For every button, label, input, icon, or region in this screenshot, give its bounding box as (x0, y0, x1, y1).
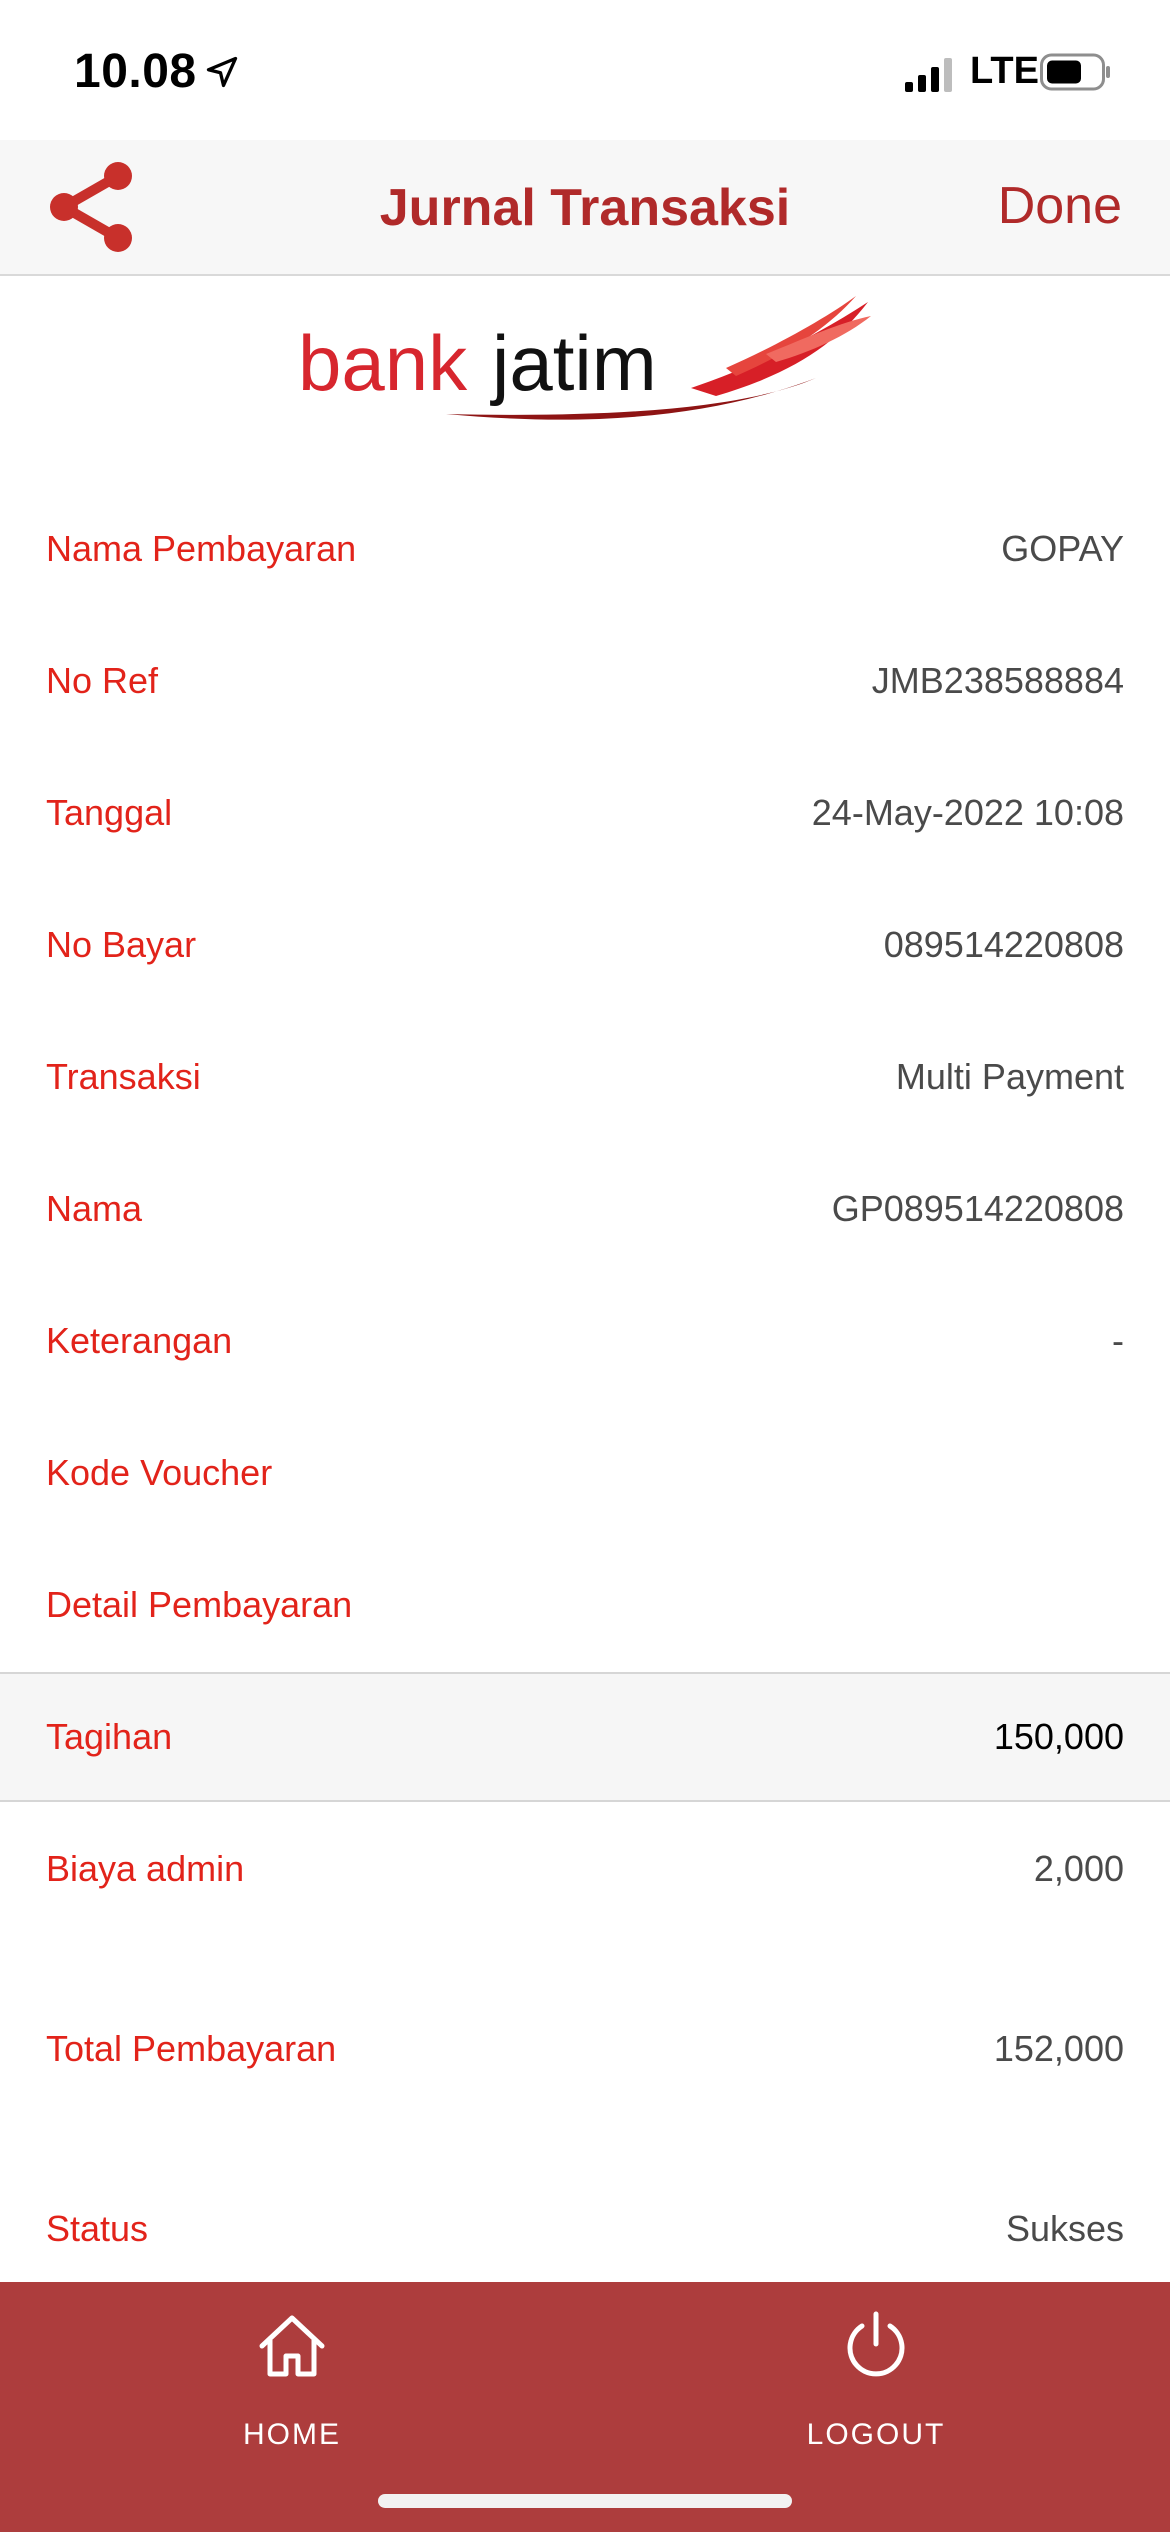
detail-value: 24-May-2022 10:08 (811, 792, 1124, 833)
detail-label: Tagihan (46, 1716, 173, 1757)
detail-row-tagihan: Tagihan 150,000 (0, 1672, 1170, 1802)
detail-row-transaksi: Transaksi Multi Payment (0, 1012, 1170, 1142)
detail-label: Kode Voucher (46, 1452, 273, 1493)
detail-row-detail-pembayaran: Detail Pembayaran (0, 1540, 1170, 1670)
network-type: LTE (970, 50, 1039, 92)
home-icon (259, 2315, 325, 2377)
detail-label: Status (46, 2208, 149, 2249)
detail-label: No Ref (46, 660, 159, 701)
done-button[interactable]: Done (998, 176, 1122, 236)
detail-label: Biaya admin (46, 1848, 245, 1889)
tab-home[interactable]: HOME (192, 2310, 392, 2470)
detail-value: GOPAY (1001, 528, 1124, 569)
page-title: Jurnal Transaksi (379, 179, 791, 237)
detail-value: JMB238588884 (871, 660, 1124, 701)
battery-icon (1040, 53, 1110, 91)
detail-label: Nama (46, 1188, 143, 1229)
detail-value: 152,000 (993, 2028, 1124, 2069)
detail-row-status: Status Sukses (0, 2164, 1170, 2294)
detail-value: Multi Payment (895, 1056, 1124, 1097)
tab-logout[interactable]: LOGOUT (776, 2310, 976, 2470)
detail-label: Total Pembayaran (46, 2028, 337, 2069)
detail-label: Detail Pembayaran (46, 1584, 353, 1625)
detail-row-nama-pembayaran: Nama Pembayaran GOPAY (0, 484, 1170, 614)
status-time: 10.08 (74, 45, 197, 98)
detail-row-biaya-admin: Biaya admin 2,000 (0, 1804, 1170, 1934)
detail-row-no-bayar: No Bayar 089514220808 (0, 880, 1170, 1010)
detail-value: - (1112, 1320, 1124, 1361)
home-indicator[interactable] (378, 2494, 792, 2508)
detail-value: GP089514220808 (831, 1188, 1124, 1229)
location-arrow-icon (206, 56, 238, 88)
detail-value: Sukses (1005, 2208, 1124, 2249)
tab-logout-label: LOGOUT (806, 2418, 946, 2451)
detail-row-tanggal: Tanggal 24-May-2022 10:08 (0, 748, 1170, 878)
power-icon (847, 2311, 905, 2377)
detail-label: Keterangan (46, 1320, 233, 1361)
status-bar: 10.08 LTE (0, 0, 1170, 140)
tab-home-label: HOME (243, 2418, 341, 2451)
detail-value: 150,000 (993, 1716, 1124, 1757)
detail-label: Nama Pembayaran (46, 528, 357, 569)
logo-text-jatim: jatim (490, 319, 657, 407)
navigation-bar: Jurnal Transaksi Done (0, 140, 1170, 276)
signal-icon (905, 58, 952, 92)
bankjatim-logo: bank jatim (298, 296, 871, 420)
detail-label: Tanggal (46, 792, 173, 833)
detail-row-no-ref: No Ref JMB238588884 (0, 616, 1170, 746)
detail-row-keterangan: Keterangan - (0, 1276, 1170, 1406)
detail-row-nama: Nama GP089514220808 (0, 1144, 1170, 1274)
detail-label: No Bayar (46, 924, 197, 965)
detail-label: Transaksi (46, 1056, 201, 1097)
logo-text-bank: bank (298, 319, 468, 407)
detail-row-total-pembayaran: Total Pembayaran 152,000 (0, 1984, 1170, 2114)
detail-value: 2,000 (1033, 1848, 1124, 1889)
detail-row-kode-voucher: Kode Voucher (0, 1408, 1170, 1538)
detail-value: 089514220808 (883, 924, 1124, 965)
